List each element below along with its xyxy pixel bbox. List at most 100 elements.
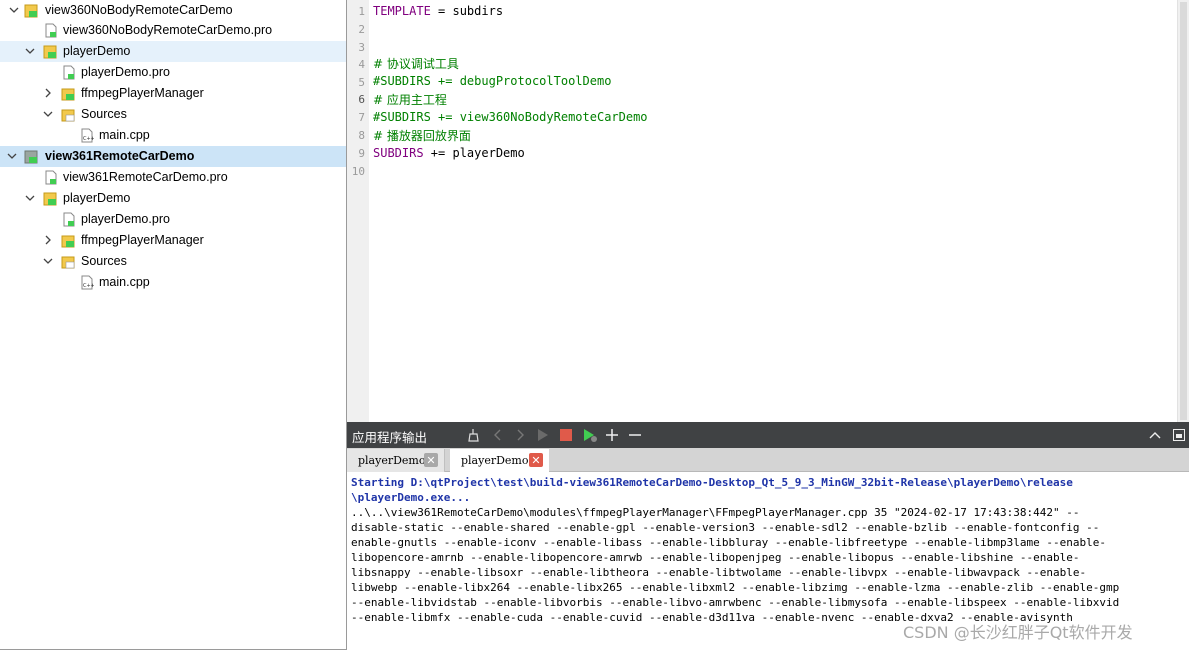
tree-item-label: view360NoBodyRemoteCarDemo.pro: [63, 23, 273, 37]
chevron-left-icon[interactable]: [490, 427, 506, 443]
output-tab-active[interactable]: playerDemo ✕: [450, 449, 549, 472]
code-text: += playerDemo: [423, 146, 525, 160]
chevron-down-icon[interactable]: [42, 108, 54, 120]
code-line: TEMPLATE = subdirs: [373, 4, 503, 18]
folder-icon: [61, 254, 75, 269]
vertical-scrollbar[interactable]: [1177, 0, 1189, 422]
close-tab-icon[interactable]: ✕: [529, 453, 543, 467]
tree-item-sources[interactable]: Sources: [0, 251, 346, 272]
output-line: libopencore-amrnb --enable-libopencore-a…: [351, 551, 1080, 564]
tree-item-view360nobodyremotecardemo[interactable]: view360NoBodyRemoteCarDemo: [0, 0, 346, 21]
chevron-down-icon[interactable]: [42, 255, 54, 267]
qt-pro-file-icon: [62, 65, 76, 80]
watermark: CSDN @长沙红胖子Qt软件开发: [903, 623, 1133, 642]
qt-pro-file-icon: [62, 212, 76, 227]
cpp-file-icon: C++: [80, 275, 95, 290]
line-number: 4: [358, 58, 365, 71]
line-number: 5: [358, 76, 365, 89]
output-line: ..\..\view361RemoteCarDemo\modules\ffmpe…: [351, 506, 1080, 519]
line-number: 2: [358, 23, 365, 36]
chevron-down-icon[interactable]: [24, 192, 36, 204]
qt-project-icon: [43, 191, 57, 206]
code-text: = subdirs: [430, 4, 504, 18]
chevron-right-icon[interactable]: [42, 234, 54, 246]
tree-item-view361remotecardemo[interactable]: view361RemoteCarDemo: [0, 146, 346, 167]
code-comment: # 应用主工程: [373, 93, 447, 107]
tree-item-pro-file[interactable]: view360NoBodyRemoteCarDemo.pro: [0, 20, 346, 41]
output-pane-title: 应用程序输出: [352, 430, 428, 445]
tree-item-label: main.cpp: [99, 128, 150, 142]
tree-item-label: main.cpp: [99, 275, 150, 289]
line-number: 7: [358, 111, 365, 124]
qt-folder-icon: [61, 233, 75, 248]
qt-pro-file-icon: [44, 170, 58, 185]
tree-item-ffmpegplayermanager[interactable]: ffmpegPlayerManager: [0, 230, 346, 251]
tree-item-label: view360NoBodyRemoteCarDemo: [45, 3, 233, 17]
run-icon[interactable]: [535, 427, 551, 443]
output-line: \playerDemo.exe...: [351, 491, 471, 504]
tree-item-label: view361RemoteCarDemo: [45, 149, 195, 163]
tree-item-label: ffmpegPlayerManager: [81, 233, 204, 247]
output-line: disable-static --enable-shared --enable-…: [351, 521, 1100, 534]
tree-item-sources[interactable]: Sources: [0, 104, 346, 125]
maximize-pane-icon[interactable]: [1171, 427, 1187, 443]
project-tree: view360NoBodyRemoteCarDemo view360NoBody…: [0, 0, 347, 650]
tree-item-label: playerDemo.pro: [81, 212, 170, 226]
chevron-right-icon[interactable]: [42, 87, 54, 99]
code-comment: # 播放器回放界面: [373, 129, 471, 143]
qt-pro-file-icon: [44, 23, 58, 38]
qt-project-icon: [24, 149, 38, 164]
tree-item-pro-file[interactable]: view361RemoteCarDemo.pro: [0, 167, 346, 188]
tree-item-pro-file[interactable]: playerDemo.pro: [0, 62, 346, 83]
output-line: libsnappy --enable-libsoxr --enable-libt…: [351, 566, 1087, 579]
svg-text:C++: C++: [83, 136, 94, 142]
tree-item-pro-file[interactable]: playerDemo.pro: [0, 209, 346, 230]
line-number: 9: [358, 147, 365, 160]
output-line: libwebp --enable-libx264 --enable-libx26…: [351, 581, 1120, 594]
code-keyword: TEMPLATE: [373, 4, 431, 18]
scrollbar-thumb[interactable]: [1180, 2, 1187, 420]
chevron-right-icon[interactable]: [512, 427, 528, 443]
output-line: enable-gnutls --enable-iconv --enable-li…: [351, 536, 1106, 549]
code-comment: # 协议调试工具: [373, 57, 459, 71]
line-number-current: 6: [358, 93, 365, 106]
cpp-file-icon: C++: [80, 128, 95, 143]
output-pane-header: 应用程序输出: [347, 422, 1189, 448]
qt-project-icon: [43, 44, 57, 59]
tree-item-ffmpegplayermanager[interactable]: ffmpegPlayerManager: [0, 83, 346, 104]
clear-output-icon[interactable]: [466, 427, 482, 443]
tree-item-label: view361RemoteCarDemo.pro: [63, 170, 228, 184]
output-line: Starting D:\qtProject\test\build-view361…: [351, 476, 1073, 489]
code-editor[interactable]: 1 2 3 4 5 6 7 8 9 10 TEMPLATE = subdirs …: [347, 0, 1189, 422]
folder-icon: [61, 107, 75, 122]
line-number: 8: [358, 129, 365, 142]
stop-icon[interactable]: [558, 427, 574, 443]
zoom-in-icon[interactable]: [604, 427, 620, 443]
output-line: --enable-libvidstab --enable-libvorbis -…: [351, 596, 1120, 609]
svg-text:C++: C++: [83, 283, 94, 289]
line-number: 10: [351, 165, 365, 178]
close-tab-icon[interactable]: ✕: [424, 453, 438, 467]
attach-debugger-icon[interactable]: [582, 427, 598, 443]
code-line: SUBDIRS += playerDemo: [373, 146, 525, 160]
line-number-gutter: 1 2 3 4 5 6 7 8 9 10: [347, 0, 369, 422]
chevron-up-icon[interactable]: [1147, 427, 1163, 443]
tree-item-label: Sources: [81, 254, 127, 268]
tree-item-main-cpp[interactable]: C++ main.cpp: [0, 272, 346, 293]
chevron-down-icon[interactable]: [6, 150, 18, 162]
tree-item-label: playerDemo: [63, 44, 131, 58]
tree-item-label: playerDemo.pro: [81, 65, 170, 79]
chevron-down-icon[interactable]: [24, 45, 36, 57]
tree-item-playerdemo[interactable]: playerDemo: [0, 41, 346, 62]
line-number: 1: [358, 5, 365, 18]
tree-item-label: Sources: [81, 107, 127, 121]
zoom-out-icon[interactable]: [627, 427, 643, 443]
tree-item-main-cpp[interactable]: C++ main.cpp: [0, 125, 346, 146]
tree-item-playerdemo[interactable]: playerDemo: [0, 188, 346, 209]
tree-item-label: playerDemo: [63, 191, 131, 205]
output-tab[interactable]: playerDemo ✕: [347, 449, 445, 472]
chevron-down-icon[interactable]: [8, 4, 20, 16]
tab-label: playerDemo: [358, 454, 426, 467]
qt-folder-icon: [61, 86, 75, 101]
code-comment: #SUBDIRS += debugProtocolToolDemo: [373, 74, 612, 88]
